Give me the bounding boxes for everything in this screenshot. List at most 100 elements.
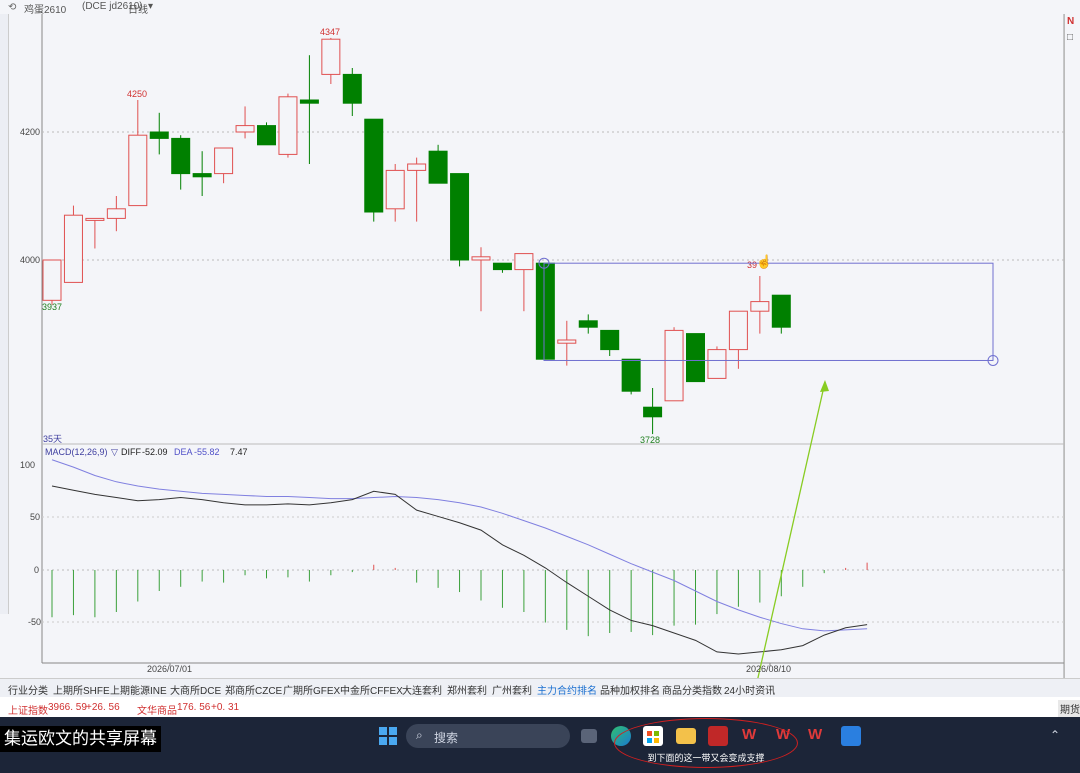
windows-icon [379, 727, 387, 735]
candle-body [428, 150, 448, 184]
high-label-4250: 4250 [127, 89, 147, 99]
tab-1[interactable]: 上期所SHFE [53, 682, 110, 697]
annotation-arrow [757, 381, 826, 678]
screen-share-banner: 集运欧文的共享屏幕 [0, 726, 161, 752]
index2-name[interactable]: 文华商品 [137, 702, 177, 717]
candle-body [600, 329, 620, 351]
candle-body [235, 125, 255, 133]
candle-body [450, 173, 470, 261]
date-label-1: 2026/07/01 [147, 664, 192, 674]
system-tray-chevron-icon[interactable]: ⌃ [1050, 728, 1060, 742]
candle-body [128, 134, 148, 207]
cloud-app-icon[interactable] [841, 726, 861, 746]
exchange-tab-bar: 行业分类 上期所SHFE 上期能源INE 大商所DCE 郑商所CZCE 广期所G… [0, 678, 1080, 700]
chart-type-icon[interactable]: ⟲ [8, 2, 16, 13]
candle-body [63, 214, 83, 283]
date-label-2: 2026/08/10 [746, 664, 791, 674]
candle-body [578, 320, 598, 328]
taskbar-search[interactable]: ⌕ 搜索 [406, 724, 570, 748]
candle-body [643, 406, 663, 418]
candle-body [535, 262, 555, 360]
candle-body [621, 358, 641, 392]
candle-body [321, 38, 341, 75]
period-caret-icon[interactable]: ▾ [148, 1, 153, 12]
tab-4[interactable]: 郑商所CZCE [225, 682, 282, 697]
candle-body [299, 99, 319, 104]
candle-body [364, 118, 384, 213]
periods-label: 35天 [43, 434, 62, 444]
candle-body [514, 253, 534, 271]
index2-value: 176. 56 [177, 702, 211, 713]
task-view-icon[interactable] [581, 729, 597, 743]
title-bar: ⟲ 鸡蛋2610 (DCE jd2610) 日线 ▾ [0, 0, 1080, 16]
candle-body [471, 256, 491, 261]
hand-cursor-icon: ☝ [756, 253, 772, 270]
candle-body [171, 137, 191, 175]
macd-tick-50: 50 [30, 512, 40, 522]
candle-body [257, 125, 276, 146]
macd-caret-icon[interactable]: ▽ [111, 447, 118, 457]
index1-value: 3966. 59 [48, 702, 87, 713]
candle-body [407, 163, 427, 171]
wps-icon-3[interactable]: W [808, 726, 828, 746]
high-label-4347: 4347 [320, 27, 340, 37]
index2-change: +0. 31 [211, 702, 240, 713]
candlestick-series [42, 37, 791, 435]
futures-button[interactable]: 期货 [1058, 700, 1080, 717]
macd-series [51, 459, 868, 655]
index1-change: +26. 56 [86, 702, 120, 713]
dea-value: -55.82 [194, 447, 220, 457]
tab-13[interactable]: 24小时资讯 [724, 682, 775, 697]
diff-label: DIFF [121, 447, 141, 457]
dea-line [51, 459, 868, 632]
search-icon: ⌕ [416, 728, 423, 742]
candle-body [686, 333, 705, 383]
candle-body [85, 217, 105, 221]
candle-body [750, 301, 770, 312]
candle-body [214, 147, 234, 175]
start-button[interactable] [379, 727, 397, 745]
annotation-caption: 到下面的这一带又会变成支撑 [614, 718, 798, 768]
candle-body [192, 173, 212, 178]
tab-2[interactable]: 上期能源INE [110, 682, 167, 697]
tab-8[interactable]: 郑州套利 [447, 682, 487, 697]
macd-tick-100: 100 [20, 460, 35, 470]
diff-value: -52.09 [142, 447, 168, 457]
tab-9[interactable]: 广州套利 [492, 682, 532, 697]
tab-6[interactable]: 中金所CFFEX [340, 682, 403, 697]
candle-body [492, 262, 512, 271]
candle-body [278, 96, 298, 155]
candle-body [149, 131, 169, 139]
macd-title[interactable]: MACD(12,26,9) [45, 447, 108, 457]
candle-body [771, 294, 791, 328]
price-tick-4000: 4000 [20, 255, 40, 265]
tab-5[interactable]: 广期所GFEX [283, 682, 340, 697]
candle-body [42, 259, 62, 301]
dea-label: DEA [174, 447, 193, 457]
candle-body [728, 310, 748, 351]
low-label-3728: 3728 [640, 435, 660, 445]
price-tick-4200: 4200 [20, 127, 40, 137]
candle-body [106, 208, 126, 219]
tab-0[interactable]: 行业分类 [8, 682, 48, 697]
macd-value: 7.47 [230, 447, 248, 457]
candle-body [557, 339, 577, 344]
low-label-3937: 3937 [42, 302, 62, 312]
tab-10[interactable]: 主力合约排名 [537, 682, 597, 700]
tab-12[interactable]: 商品分类指数 [662, 682, 722, 697]
main-chart[interactable]: 4200 4000 100 50 0 -50 4250 4347 3937 37… [0, 14, 1064, 678]
index-status-bar: 上证指数 3966. 59 +26. 56 文华商品 176. 56 +0. 3… [0, 697, 1080, 717]
index1-name[interactable]: 上证指数 [8, 702, 48, 717]
tab-3[interactable]: 大商所DCE [170, 682, 221, 697]
candle-body [707, 349, 727, 379]
search-placeholder: 搜索 [434, 731, 459, 745]
annotation-arrowhead [820, 380, 829, 392]
candle-body [385, 169, 405, 210]
candle-body [342, 73, 362, 104]
right-info-panel[interactable]: N □ [1064, 14, 1080, 678]
macd-tick--50: -50 [28, 617, 41, 627]
candle-body [664, 329, 684, 402]
tab-7[interactable]: 大连套利 [402, 682, 442, 697]
macd-tick-0: 0 [34, 565, 39, 575]
tab-11[interactable]: 品种加权排名 [600, 682, 660, 697]
